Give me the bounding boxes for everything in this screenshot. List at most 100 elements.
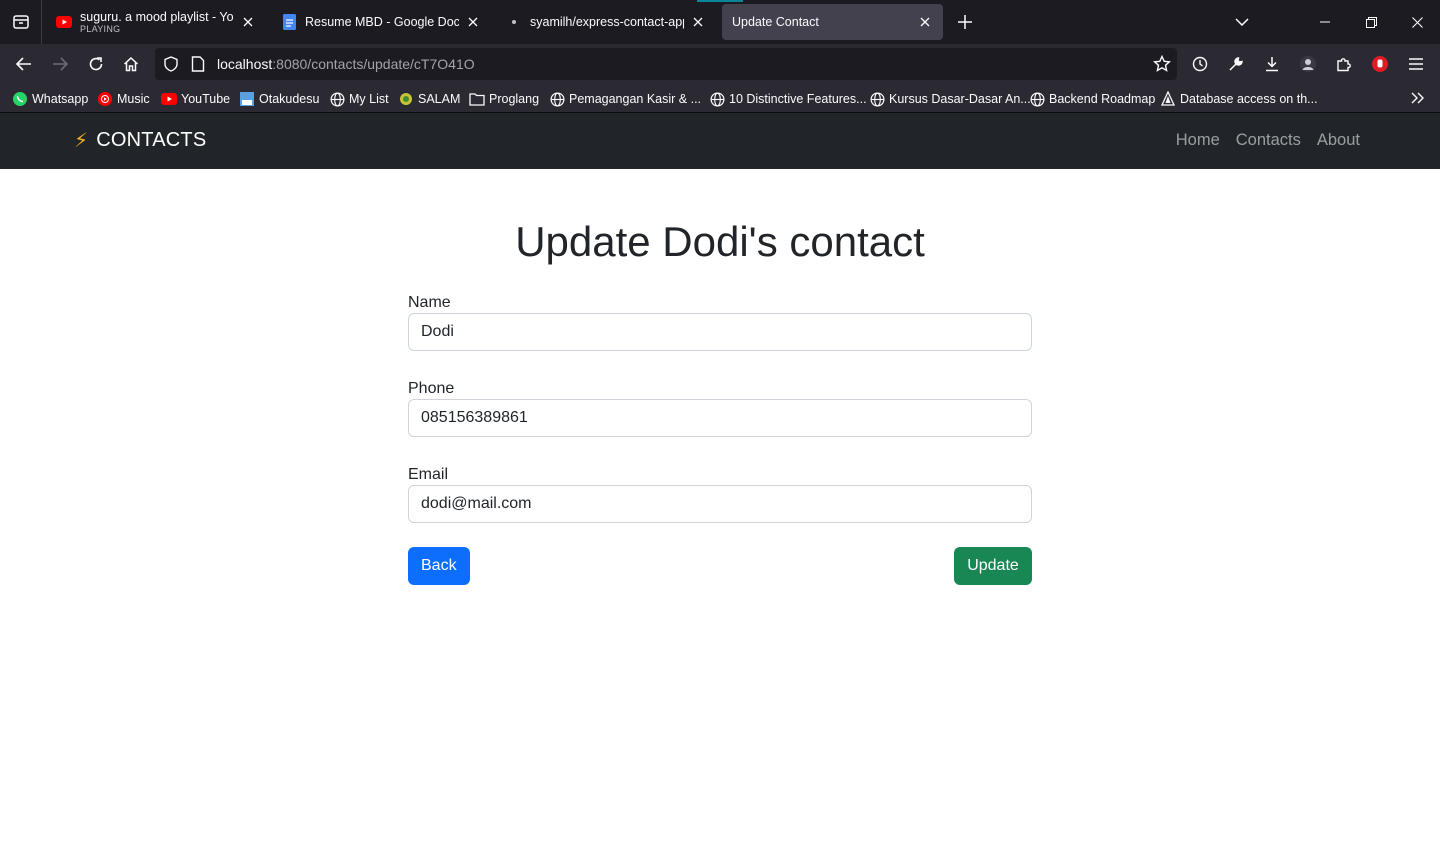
bookmark-my-list[interactable]: My List [329, 90, 389, 108]
bookmarks-bar: Whatsapp Music YouTube Otakudesu My List… [0, 84, 1440, 113]
nav-about-link[interactable]: About [1317, 131, 1360, 150]
browser-toolbar: localhost:8080/contacts/update/cT7O41O [0, 44, 1440, 84]
youtube-icon [56, 14, 72, 30]
tab-title: suguru. a mood playlist - YouTube [80, 10, 234, 24]
phone-input[interactable] [408, 399, 1032, 437]
close-icon[interactable] [690, 14, 706, 30]
chevron-down-icon[interactable] [1228, 8, 1256, 36]
phone-label: Phone [408, 380, 455, 397]
menu-icon[interactable] [1402, 50, 1430, 78]
globe-icon [709, 91, 725, 107]
close-window-icon[interactable] [1403, 8, 1431, 36]
site-navbar: ⚡ CONTACTS Home Contacts About [0, 113, 1440, 169]
email-label: Email [408, 466, 449, 483]
bookmark-database-access[interactable]: Database access on th... [1160, 90, 1318, 108]
bookmark-label: Database access on th... [1180, 92, 1318, 106]
bookmark-distinctive-features[interactable]: 10 Distinctive Features... [709, 90, 867, 108]
forward-arrow-icon[interactable] [46, 50, 74, 78]
bookmark-proglang[interactable]: Proglang [469, 90, 539, 108]
tab-title: Update Contact [732, 15, 819, 29]
shield-icon[interactable] [163, 56, 179, 77]
name-group: Name [408, 292, 1032, 351]
bookmark-star-icon[interactable] [1152, 54, 1172, 78]
browser-tab-bar: suguru. a mood playlist - YouTube PLAYIN… [0, 0, 1440, 44]
folder-icon [469, 91, 485, 107]
page-title: Update Dodi's contact [515, 218, 925, 265]
tab-list-icon[interactable] [0, 0, 42, 44]
phone-group: Phone [408, 378, 1032, 437]
wrench-icon[interactable] [1222, 50, 1250, 78]
bookmark-label: Otakudesu [259, 92, 320, 106]
url-text[interactable]: localhost:8080/contacts/update/cT7O41O [217, 56, 475, 72]
globe-icon [549, 91, 565, 107]
bookmark-otakudesu[interactable]: Otakudesu [239, 90, 319, 108]
docs-icon [281, 14, 297, 30]
bookmark-label: Pemagangan Kasir & ... [569, 92, 702, 106]
nav-contacts-link[interactable]: Contacts [1236, 131, 1301, 150]
history-icon[interactable] [1186, 50, 1214, 78]
update-button[interactable]: Update [954, 547, 1032, 585]
minimize-icon[interactable] [1311, 8, 1339, 36]
nav-links: Home Contacts About [1176, 131, 1360, 150]
site-icon [1160, 91, 1176, 107]
extension-avatar-icon[interactable] [1294, 50, 1322, 78]
bookmark-whatsapp[interactable]: Whatsapp [12, 90, 88, 108]
close-icon[interactable] [465, 14, 481, 30]
site-icon [239, 91, 255, 107]
site-icon [398, 91, 414, 107]
reload-icon[interactable] [82, 50, 110, 78]
brand-link[interactable]: ⚡ CONTACTS [74, 128, 206, 153]
tab-title: syamilh/express-contact-app: S [530, 15, 684, 29]
bookmark-label: SALAM [418, 92, 461, 106]
name-input[interactable] [408, 313, 1032, 351]
github-icon [506, 14, 522, 30]
url-host: localhost [217, 56, 273, 72]
bookmark-pemagangan[interactable]: Pemagangan Kasir & ... [549, 90, 701, 108]
back-button[interactable]: Back [408, 547, 470, 585]
tab-github[interactable]: syamilh/express-contact-app: S [496, 4, 716, 40]
bookmark-label: My List [349, 92, 389, 106]
back-arrow-icon[interactable] [10, 50, 38, 78]
bookmark-label: Kursus Dasar-Dasar An... [889, 92, 1031, 106]
globe-icon [329, 91, 345, 107]
whatsapp-icon [12, 91, 28, 107]
email-input[interactable] [408, 485, 1032, 523]
close-icon[interactable] [917, 14, 933, 30]
page-info-icon[interactable] [191, 56, 205, 77]
tab-update-contact[interactable]: Update Contact [722, 4, 943, 40]
tab-youtube[interactable]: suguru. a mood playlist - YouTube PLAYIN… [46, 4, 266, 40]
bookmark-salam[interactable]: SALAM [398, 90, 460, 108]
tab-loading-indicator [697, 0, 743, 2]
bookmark-label: Music [117, 92, 150, 106]
extensions-puzzle-icon[interactable] [1330, 50, 1358, 78]
bookmark-label: Backend Roadmap [1049, 92, 1156, 106]
chevron-double-right-icon[interactable] [1410, 90, 1428, 108]
youtube-music-icon [97, 91, 113, 107]
youtube-icon [161, 91, 177, 107]
adblock-icon[interactable] [1366, 50, 1394, 78]
nav-home-link[interactable]: Home [1176, 131, 1220, 150]
bookmark-backend-roadmap[interactable]: Backend Roadmap [1029, 90, 1155, 108]
download-icon[interactable] [1258, 50, 1286, 78]
close-icon[interactable] [240, 14, 256, 30]
bookmark-kursus[interactable]: Kursus Dasar-Dasar An... [869, 90, 1031, 108]
globe-icon [869, 91, 885, 107]
update-contact-form: Name Phone Email [408, 292, 1032, 550]
bookmark-youtube[interactable]: YouTube [161, 90, 230, 108]
home-icon[interactable] [117, 50, 145, 78]
bookmark-label: Whatsapp [32, 92, 89, 106]
email-group: Email [408, 464, 1032, 523]
bookmark-label: Proglang [489, 92, 540, 106]
tab-google-docs[interactable]: Resume MBD - Google Docs [271, 4, 491, 40]
bookmark-music[interactable]: Music [97, 90, 150, 108]
bookmark-label: 10 Distinctive Features... [729, 92, 867, 106]
url-bar[interactable]: localhost:8080/contacts/update/cT7O41O [155, 48, 1177, 80]
name-label: Name [408, 294, 451, 311]
tab-title: Resume MBD - Google Docs [305, 15, 459, 29]
new-tab-icon[interactable] [953, 10, 977, 34]
brand-label: CONTACTS [96, 129, 207, 151]
tab-playing-label: PLAYING [80, 24, 121, 34]
bookmark-label: YouTube [181, 92, 231, 106]
restore-icon[interactable] [1357, 8, 1385, 36]
lightning-icon: ⚡ [74, 130, 89, 152]
